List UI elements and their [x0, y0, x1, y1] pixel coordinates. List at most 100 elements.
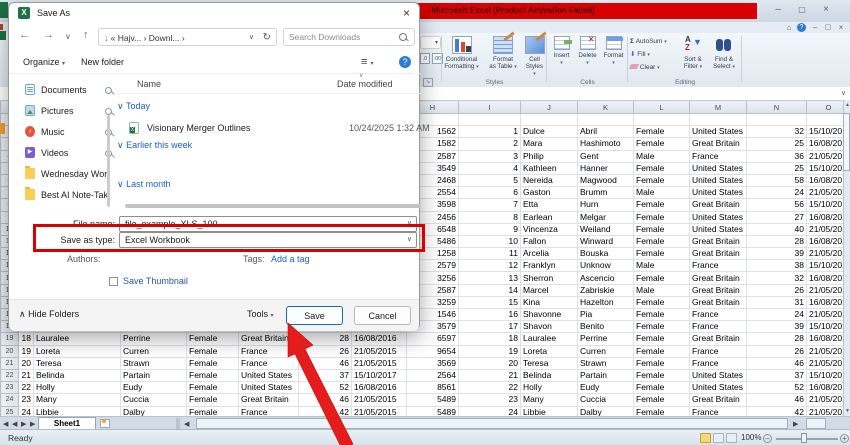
grid-cell[interactable]: 26 [746, 284, 807, 297]
grid-cell[interactable]: Female [633, 174, 690, 188]
cell-styles-button[interactable]: Cell Styles ▾ [524, 31, 547, 83]
grid-cell[interactable]: 21 [18, 369, 34, 383]
grid-cell[interactable]: Female [633, 381, 690, 395]
grid-cell[interactable]: 19 [458, 345, 521, 358]
row-header[interactable]: 22 [0, 368, 19, 383]
grid-cell[interactable]: Partain [577, 369, 634, 383]
grid-cell[interactable]: United States [689, 223, 747, 236]
organize-button[interactable]: Organize ▾ [23, 57, 65, 67]
grid-cell[interactable]: Female [633, 125, 690, 139]
grid-cell[interactable]: Many [520, 393, 578, 407]
grid-cell[interactable]: Winward [577, 235, 634, 249]
grid-cell[interactable]: 5489 [406, 393, 459, 407]
normal-view-button[interactable] [700, 433, 711, 443]
grid-cell[interactable]: 24 [18, 406, 34, 416]
breadcrumb-dropdown-icon[interactable]: ∨ [249, 29, 254, 47]
grid-cell[interactable]: Loreta [520, 345, 578, 358]
grid-cell[interactable]: Nereida [520, 174, 578, 188]
grid-cell[interactable]: Libbie [520, 406, 578, 416]
grid-cell[interactable]: 12 [458, 259, 521, 273]
find-select-button[interactable]: Find & Select ▾ [709, 35, 739, 83]
dialog-close-icon[interactable]: × [403, 6, 410, 20]
grid-cell[interactable]: Mara [520, 137, 578, 151]
grid-cell[interactable]: 40 [746, 223, 807, 236]
grid-cell[interactable]: 52 [746, 381, 807, 395]
pin-icon[interactable] [105, 108, 112, 115]
grid-cell[interactable]: Teresa [520, 357, 578, 370]
column-header[interactable]: N [746, 100, 807, 114]
sidebar-item-documents[interactable]: Documents [17, 81, 113, 101]
grid-cell[interactable]: 52 [298, 381, 352, 395]
grid-cell[interactable]: United States [689, 162, 747, 175]
scroll-up-icon[interactable]: ▲ [844, 102, 850, 108]
grid-cell[interactable]: 56 [746, 198, 807, 212]
grid-cell[interactable]: Lauralee [520, 332, 578, 346]
grid-cell[interactable]: 32 [746, 271, 807, 285]
help-icon[interactable]: ? [797, 23, 806, 32]
grid-cell[interactable]: 9654 [406, 345, 459, 358]
grid-cell[interactable]: Brumm [577, 186, 634, 200]
grid-cell[interactable]: United States [689, 174, 747, 188]
sidebar-item-wednesday-folder[interactable]: Wednesday Wor [17, 165, 113, 185]
grid-cell[interactable]: Great Britain [689, 332, 747, 346]
grid-cell[interactable]: France [689, 150, 747, 163]
grid-cell[interactable]: Great Britain [689, 271, 747, 285]
grid-cell[interactable]: Gaston [520, 186, 578, 200]
grid-cell[interactable]: Strawn [577, 357, 634, 370]
grid-cell[interactable]: Female [186, 345, 239, 358]
insert-worksheet-icon[interactable] [100, 419, 110, 428]
grid-cell[interactable]: 28 [298, 332, 352, 346]
grid-cell[interactable]: Female [633, 162, 690, 175]
pin-icon[interactable] [105, 87, 112, 94]
row-header[interactable]: 20 [0, 344, 19, 358]
grid-cell[interactable]: Female [633, 406, 690, 416]
grid-cell[interactable]: Female [633, 345, 690, 358]
grid-cell[interactable]: Female [633, 320, 690, 334]
grid-cell[interactable]: France [238, 406, 299, 416]
grid-cell[interactable]: Great Britain [238, 393, 299, 407]
zoom-in-button[interactable]: + [840, 434, 849, 443]
grid-cell[interactable]: 39 [746, 247, 807, 261]
hide-folders-button[interactable]: ∧ Hide Folders [19, 309, 79, 320]
grid-cell[interactable]: 24 [746, 186, 807, 200]
save-thumbnail-checkbox[interactable] [109, 277, 118, 286]
scroll-down-icon[interactable]: ▼ [844, 408, 850, 414]
prev-sheet-icon[interactable]: ◀ [12, 420, 17, 428]
grid-cell[interactable]: Great Britain [689, 284, 747, 297]
grid-cell[interactable]: 28 [746, 235, 807, 249]
sidebar-item-pictures[interactable]: Pictures [17, 102, 113, 122]
grid-cell[interactable]: Female [186, 357, 239, 370]
grid-cell[interactable] [633, 113, 690, 127]
grid-cell[interactable]: 14 [458, 284, 521, 297]
grid-cell[interactable]: Weiland [577, 223, 634, 236]
grid-cell[interactable]: Female [186, 369, 239, 383]
grid-cell[interactable]: 24 [458, 406, 521, 416]
dialog-title-bar[interactable]: X Save As × [9, 3, 419, 23]
grid-cell[interactable]: Lauralee [33, 332, 121, 346]
number-dialog-launcher-icon[interactable]: ↘ [423, 78, 433, 87]
grid-cell[interactable]: Female [633, 332, 690, 346]
zoom-out-button[interactable]: – [763, 434, 772, 443]
grid-cell[interactable]: France [689, 357, 747, 370]
grid-cell[interactable]: Female [633, 235, 690, 249]
grid-cell[interactable]: 4 [458, 162, 521, 175]
add-a-tag-link[interactable]: Add a tag [271, 254, 310, 264]
grid-cell[interactable]: Female [633, 308, 690, 322]
grid-cell[interactable]: Hazelton [577, 296, 634, 310]
grid-cell[interactable]: Eudy [577, 381, 634, 395]
file-row[interactable]: X Visionary Merger Outlines 10/24/2025 1… [127, 120, 430, 136]
group-header-last-month[interactable]: ∨ Last month [117, 179, 171, 190]
grid-cell[interactable]: 16/08/2016 [351, 332, 407, 346]
column-header-name[interactable]: Name [137, 79, 161, 89]
grid-cell[interactable]: France [238, 357, 299, 370]
grid-cell[interactable]: United States [689, 125, 747, 139]
home-icon[interactable]: ⌂ [784, 23, 794, 32]
grid-cell[interactable]: Libbie [33, 406, 121, 416]
grid-cell[interactable]: Curren [577, 345, 634, 358]
grid-cell[interactable]: Eudy [120, 381, 187, 395]
grid-cell[interactable]: Melgar [577, 211, 634, 224]
grid-cell[interactable]: 32 [746, 125, 807, 139]
grid-cell[interactable]: 36 [746, 150, 807, 163]
grid-cell[interactable]: Zabriskie [577, 284, 634, 297]
grid-cell[interactable]: 1 [458, 125, 521, 139]
